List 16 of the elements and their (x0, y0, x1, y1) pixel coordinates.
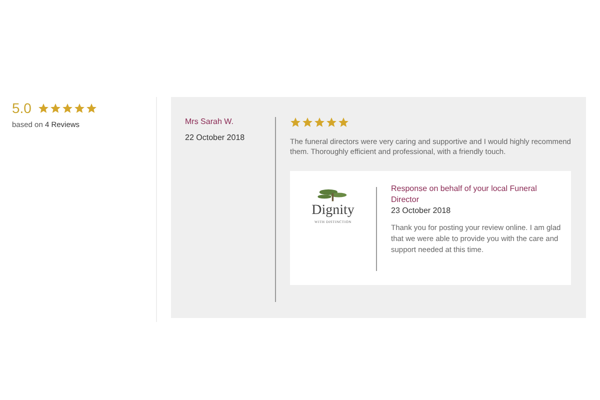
star-icon (50, 102, 62, 114)
logo-name: Dignity (312, 203, 354, 218)
star-icon (38, 102, 50, 114)
star-icon (314, 117, 325, 128)
star-icon (326, 117, 337, 128)
reviewer-name: Mrs Sarah W. (185, 117, 234, 126)
star-icon (62, 102, 74, 114)
star-icon (302, 117, 313, 128)
response-date: 23 October 2018 (391, 205, 452, 216)
review-date: 22 October 2018 (185, 133, 246, 142)
star-icon (290, 117, 301, 128)
star-icon (86, 102, 98, 114)
response-title: Response on behalf of your local Funeral Director (391, 183, 538, 205)
star-icon (338, 117, 349, 128)
rating-score: 5.0 (12, 100, 32, 116)
star-icon (74, 102, 86, 114)
